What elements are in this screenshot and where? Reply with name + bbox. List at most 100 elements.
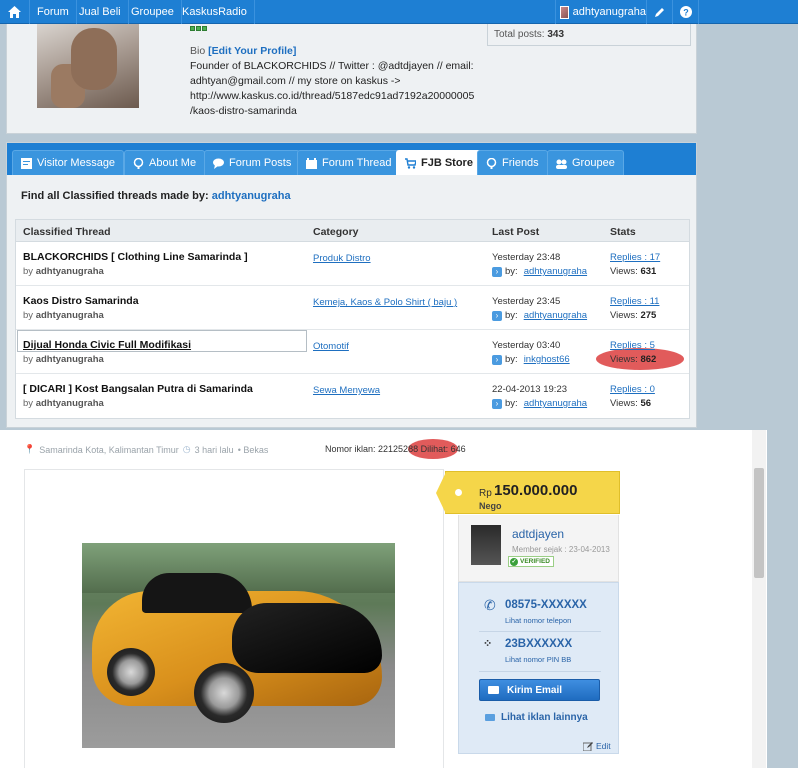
category-link[interactable]: Otomotif <box>313 341 349 352</box>
thread-title-link[interactable]: Dijual Honda Civic Full Modifikasi <box>23 339 191 351</box>
show-bb-pin-link[interactable]: Lihat nomor PIN BB <box>505 655 571 664</box>
edit-icon <box>583 742 593 751</box>
find-threads-heading: Find all Classified threads made by: adh… <box>21 190 291 202</box>
replies-link[interactable]: Replies : 0 <box>610 384 655 395</box>
views-count: Views: 862 <box>610 354 657 365</box>
tab-forum-thread[interactable]: Forum Thread <box>297 150 401 175</box>
more-ads-link[interactable]: Lihat iklan lainnya <box>485 712 588 723</box>
table-row: Dijual Honda Civic Full Modifikasi by ad… <box>16 330 689 374</box>
home-icon <box>8 6 21 18</box>
tab-visitor-message[interactable]: Visitor Message <box>12 150 125 175</box>
last-post-time: Yesterday 23:48 <box>492 252 561 263</box>
verified-badge: ✓ VERIFIED <box>508 556 554 567</box>
tab-friends[interactable]: Friends <box>477 150 548 175</box>
info-icon <box>133 157 144 169</box>
classified-table: Classified Thread Category Last Post Sta… <box>15 219 690 419</box>
go-to-post-icon[interactable]: › <box>492 354 502 365</box>
last-post-time: Yesterday 23:45 <box>492 296 561 307</box>
last-post-user-link[interactable]: inkghost66 <box>524 354 570 365</box>
nav-forum[interactable]: Forum <box>30 0 77 24</box>
home-button[interactable] <box>0 0 30 24</box>
profile-panel: Bio [Edit Your Profile] Founder of BLACK… <box>6 24 697 134</box>
category-link[interactable]: Produk Distro <box>313 253 371 264</box>
group-icon <box>556 159 567 169</box>
bio-label: Bio <box>190 45 206 57</box>
pencil-icon <box>655 7 664 17</box>
nav-kaskusradio[interactable]: KaskusRadio <box>175 0 255 24</box>
replies-link[interactable]: Replies : 5 <box>610 340 655 351</box>
go-to-post-icon[interactable]: › <box>492 398 502 409</box>
blackberry-icon: ⁘ <box>483 638 493 650</box>
clock-icon: ◷ <box>182 444 191 454</box>
thread-title-link[interactable]: [ DICARI ] Kost Bangsalan Putra di Samar… <box>23 383 253 395</box>
ad-location: Samarinda Kota, Kalimantan Timur <box>39 444 179 455</box>
bio-line: Founder of BLACKORCHIDS // Twitter : @ad… <box>190 60 474 72</box>
ad-number: Nomor iklan: 22125288 Dilihat: 646 <box>325 444 466 454</box>
scrollbar-thumb[interactable] <box>754 468 764 578</box>
go-to-post-icon[interactable]: › <box>492 310 502 321</box>
envelope-icon <box>488 686 499 694</box>
location-pin-icon: 📍 <box>24 444 36 454</box>
thread-author: by adhtyanugraha <box>23 310 104 321</box>
edit-link[interactable]: Edit <box>583 741 611 751</box>
find-user-link[interactable]: adhtyanugraha <box>212 190 291 202</box>
seller-name-link[interactable]: adtdjayen <box>512 527 564 541</box>
contact-box: ✆ 08575-XXXXXX Lihat nomor telepon ⁘ 23B… <box>458 582 619 754</box>
thread-title-link[interactable]: Kaos Distro Samarinda <box>23 295 139 307</box>
bio-line: /kaos-distro-samarinda <box>190 105 297 117</box>
avatar <box>560 5 569 19</box>
ad-view-count: Dilihat: 646 <box>420 444 466 454</box>
show-phone-link[interactable]: Lihat nomor telepon <box>505 616 571 625</box>
member-since: Member sejak : 23-04-2013 <box>512 545 610 554</box>
last-post-by: › by: adhtyanugraha <box>492 398 587 409</box>
profile-tabs-panel: Visitor Message About Me Forum Posts For… <box>6 142 697 428</box>
replies-link[interactable]: Replies : 11 <box>610 296 659 307</box>
ad-meta: 📍 Samarinda Kota, Kalimantan Timur ◷ 3 h… <box>24 444 268 455</box>
seller-avatar[interactable] <box>471 525 501 565</box>
table-row: BLACKORCHIDS [ Clothing Line Samarinda ]… <box>16 242 689 286</box>
table-row: Kaos Distro Samarinda by adhtyanugraha K… <box>16 286 689 330</box>
tab-bar: Visitor Message About Me Forum Posts For… <box>7 143 696 175</box>
tab-fjb-store[interactable]: FJB Store <box>396 150 482 175</box>
help-icon: ? <box>679 6 692 18</box>
replies-link[interactable]: Replies : 17 <box>610 252 660 263</box>
col-last-post: Last Post <box>492 226 540 238</box>
friends-icon <box>486 157 497 169</box>
edit-profile-link[interactable]: [Edit Your Profile] <box>208 45 296 57</box>
thread-author: by adhtyanugraha <box>23 266 104 277</box>
last-post-time: Yesterday 03:40 <box>492 340 561 351</box>
send-email-button[interactable]: Kirim Email <box>479 679 600 701</box>
total-posts: Total posts: 343 <box>487 24 691 46</box>
bio-line: http://www.kaskus.co.id/thread/5187edc91… <box>190 90 475 102</box>
last-post-user-link[interactable]: adhtyanugraha <box>524 266 587 277</box>
phone-icon: ✆ <box>484 597 496 613</box>
tab-about-me[interactable]: About Me <box>124 150 206 175</box>
write-button[interactable] <box>647 0 673 24</box>
cart-icon <box>405 157 416 169</box>
thread-author: by adhtyanugraha <box>23 398 104 409</box>
phone-number: 08575-XXXXXX <box>505 599 587 611</box>
classified-ad-page: 📍 Samarinda Kota, Kalimantan Timur ◷ 3 h… <box>0 430 767 768</box>
chat-icon <box>213 158 224 169</box>
thread-title-link[interactable]: BLACKORCHIDS [ Clothing Line Samarinda ] <box>23 251 248 263</box>
last-post-user-link[interactable]: adhtyanugraha <box>524 398 587 409</box>
price-currency: Rp <box>479 488 492 499</box>
last-post-user-link[interactable]: adhtyanugraha <box>524 310 587 321</box>
col-category: Category <box>313 226 359 238</box>
message-icon <box>21 157 32 169</box>
col-classified-thread: Classified Thread <box>23 226 111 238</box>
category-link[interactable]: Kemeja, Kaos & Polo Shirt ( baju ) <box>313 297 457 308</box>
category-link[interactable]: Sewa Menyewa <box>313 385 380 396</box>
profile-photo <box>37 24 139 108</box>
tab-groupee[interactable]: Groupee <box>547 150 624 175</box>
car-photo[interactable] <box>82 543 395 748</box>
help-button[interactable]: ? <box>673 0 699 24</box>
user-menu[interactable]: adhtyanugraha <box>555 0 647 24</box>
nav-jual-beli[interactable]: Jual Beli <box>72 0 129 24</box>
last-post-time: 22-04-2013 19:23 <box>492 384 568 395</box>
go-to-post-icon[interactable]: › <box>492 266 502 277</box>
tab-forum-posts[interactable]: Forum Posts <box>204 150 301 175</box>
username: adhtyanugraha <box>572 6 646 18</box>
ad-time: 3 hari lalu <box>194 444 234 455</box>
nav-groupee[interactable]: Groupee <box>124 0 182 24</box>
